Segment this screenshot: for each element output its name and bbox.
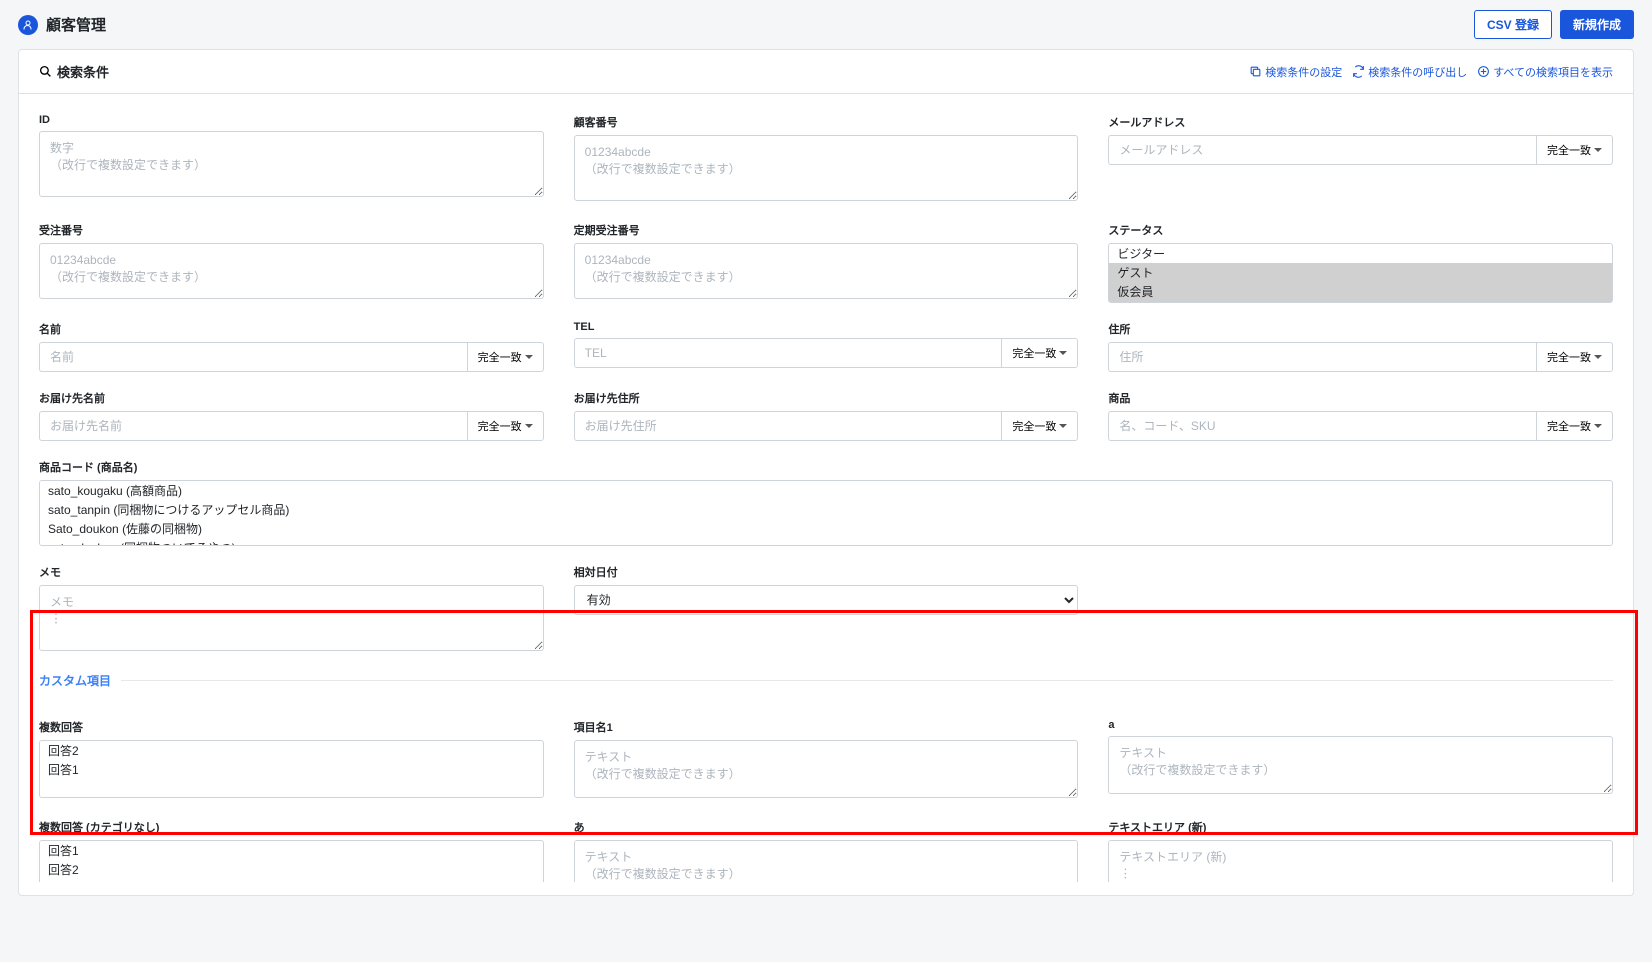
textarea-new-label: テキストエリア (新) — [1108, 819, 1613, 835]
refresh-icon — [1352, 65, 1365, 78]
multi-ans-nocat-option[interactable]: 回答1 — [40, 841, 543, 860]
status-listbox[interactable]: ビジター ゲスト 仮会員 会員 — [1108, 243, 1613, 303]
show-all-fields-link[interactable]: すべての検索項目を表示 — [1477, 64, 1613, 80]
address-input[interactable] — [1108, 342, 1536, 372]
csv-register-button[interactable]: CSV 登録 — [1474, 10, 1552, 39]
memo-input[interactable] — [39, 585, 544, 651]
search-title: 検索条件 — [57, 62, 109, 81]
multi-ans-nocat-option[interactable]: 回答2 — [40, 860, 543, 879]
save-conditions-link[interactable]: 検索条件の設定 — [1249, 64, 1342, 80]
sub-order-no-label: 定期受注番号 — [574, 222, 1079, 238]
status-option[interactable]: ゲスト — [1109, 263, 1612, 282]
item1-input[interactable] — [574, 740, 1079, 798]
name-label: 名前 — [39, 321, 544, 337]
product-label: 商品 — [1108, 390, 1613, 406]
ship-name-label: お届け先名前 — [39, 390, 544, 406]
product-code-label: 商品コード (商品名) — [39, 459, 1613, 475]
address-match-button[interactable]: 完全一致 — [1536, 342, 1613, 372]
product-code-option[interactable]: sato_kougaku (高額商品) — [40, 481, 1612, 500]
aa-label: あ — [574, 819, 1079, 835]
textarea-new-input[interactable] — [1108, 840, 1613, 882]
product-input[interactable] — [1108, 411, 1536, 441]
search-icon — [39, 65, 52, 78]
order-no-label: 受注番号 — [39, 222, 544, 238]
tel-match-button[interactable]: 完全一致 — [1001, 338, 1078, 368]
chevron-down-icon — [1059, 424, 1067, 428]
id-label: ID — [39, 114, 544, 126]
ship-address-input[interactable] — [574, 411, 1002, 441]
customer-no-label: 顧客番号 — [574, 114, 1079, 130]
load-conditions-link[interactable]: 検索条件の呼び出し — [1352, 64, 1467, 80]
divider-line — [121, 680, 1613, 681]
a-label: a — [1108, 719, 1613, 731]
status-option[interactable]: 会員 — [1109, 301, 1612, 303]
name-input[interactable] — [39, 342, 467, 372]
multi-ans-nocat-listbox[interactable]: 回答1 回答2 — [39, 840, 544, 882]
copy-icon — [1249, 65, 1262, 78]
sub-order-no-input[interactable] — [574, 243, 1079, 299]
new-create-button[interactable]: 新規作成 — [1560, 10, 1634, 39]
search-card: 検索条件 検索条件の設定 検索条件の呼び出し すべての検索項目を表示 ID — [18, 49, 1634, 896]
multi-ans-option[interactable]: 回答1 — [40, 760, 543, 779]
page-title: 顧客管理 — [46, 14, 106, 35]
plus-circle-icon — [1477, 65, 1490, 78]
chevron-down-icon — [1594, 424, 1602, 428]
relative-date-select[interactable]: 有効 — [574, 585, 1079, 615]
email-input[interactable] — [1108, 135, 1536, 165]
chevron-down-icon — [1594, 355, 1602, 359]
page-header: 顧客管理 CSV 登録 新規作成 — [0, 0, 1652, 49]
aa-input[interactable] — [574, 840, 1079, 882]
multi-ans-listbox[interactable]: 回答2 回答1 — [39, 740, 544, 798]
chevron-down-icon — [525, 424, 533, 428]
multi-ans-nocat-label: 複数回答 (カテゴリなし) — [39, 819, 544, 835]
customer-no-input[interactable] — [574, 135, 1079, 201]
address-label: 住所 — [1108, 321, 1613, 337]
product-code-option[interactable]: sato_doukon (同梱物ついてるやつ) — [40, 538, 1612, 546]
multi-ans-option[interactable]: 回答2 — [40, 741, 543, 760]
ship-address-label: お届け先住所 — [574, 390, 1079, 406]
status-option[interactable]: 仮会員 — [1109, 282, 1612, 301]
email-label: メールアドレス — [1108, 114, 1613, 130]
email-match-button[interactable]: 完全一致 — [1536, 135, 1613, 165]
status-option[interactable]: ビジター — [1109, 244, 1612, 263]
tel-label: TEL — [574, 321, 1079, 333]
tel-input[interactable] — [574, 338, 1002, 368]
chevron-down-icon — [525, 355, 533, 359]
ship-name-input[interactable] — [39, 411, 467, 441]
custom-section-title: カスタム項目 — [39, 672, 111, 689]
customer-icon — [18, 15, 38, 35]
multi-ans-label: 複数回答 — [39, 719, 544, 735]
relative-date-label: 相対日付 — [574, 564, 1079, 580]
item1-label: 項目名1 — [574, 719, 1079, 735]
memo-label: メモ — [39, 564, 544, 580]
ship-address-match-button[interactable]: 完全一致 — [1001, 411, 1078, 441]
product-match-button[interactable]: 完全一致 — [1536, 411, 1613, 441]
id-input[interactable] — [39, 131, 544, 197]
ship-name-match-button[interactable]: 完全一致 — [467, 411, 544, 441]
chevron-down-icon — [1059, 351, 1067, 355]
chevron-down-icon — [1594, 148, 1602, 152]
product-code-option[interactable]: Sato_doukon (佐藤の同梱物) — [40, 519, 1612, 538]
product-code-option[interactable]: sato_tanpin (同梱物につけるアップセル商品) — [40, 500, 1612, 519]
status-label: ステータス — [1108, 222, 1613, 238]
order-no-input[interactable] — [39, 243, 544, 299]
name-match-button[interactable]: 完全一致 — [467, 342, 544, 372]
product-code-listbox[interactable]: sato_kougaku (高額商品) sato_tanpin (同梱物につける… — [39, 480, 1613, 546]
a-input[interactable] — [1108, 736, 1613, 794]
